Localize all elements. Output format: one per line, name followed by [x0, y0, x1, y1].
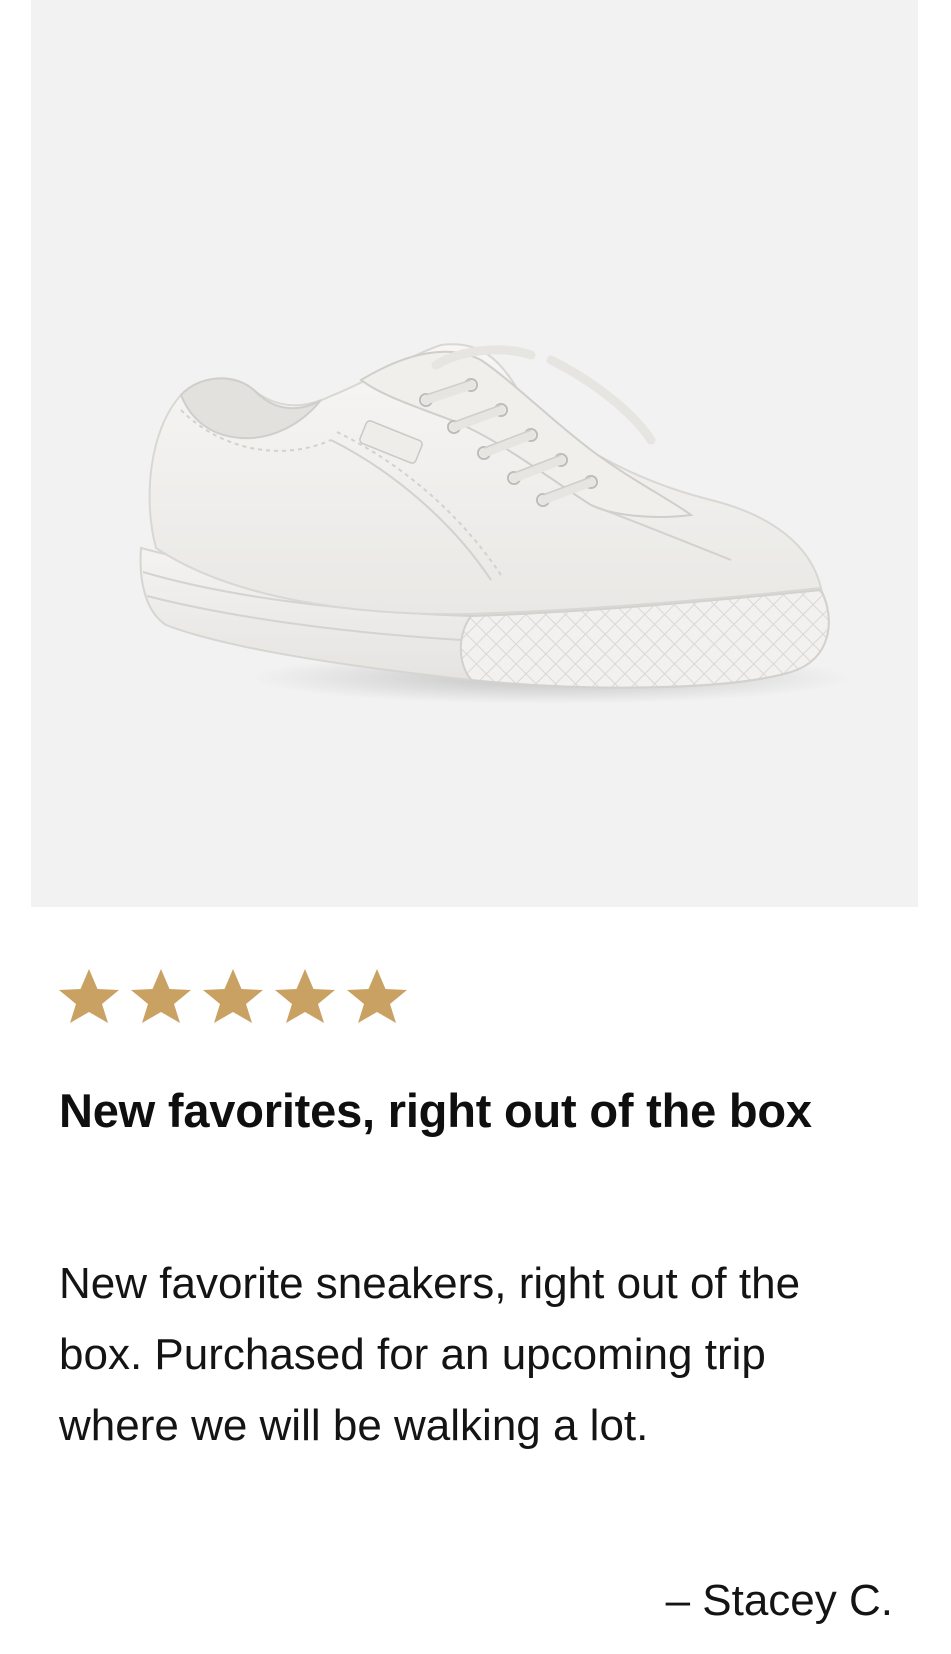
star-icon	[203, 969, 263, 1023]
review-author: – Stacey C.	[665, 1576, 893, 1625]
star-icon	[131, 969, 191, 1023]
sneaker-illustration	[139, 343, 851, 704]
star-icon	[275, 969, 335, 1023]
review-body: New favorite sneakers, right out of the …	[59, 1259, 801, 1450]
review-title: New favorites, right out of the box	[59, 1084, 812, 1137]
star-icon	[59, 969, 119, 1023]
review-card: New favorites, right out of the box New …	[0, 0, 951, 1654]
product-image	[31, 0, 918, 907]
star-icon	[347, 969, 407, 1023]
star-rating	[53, 965, 413, 1025]
